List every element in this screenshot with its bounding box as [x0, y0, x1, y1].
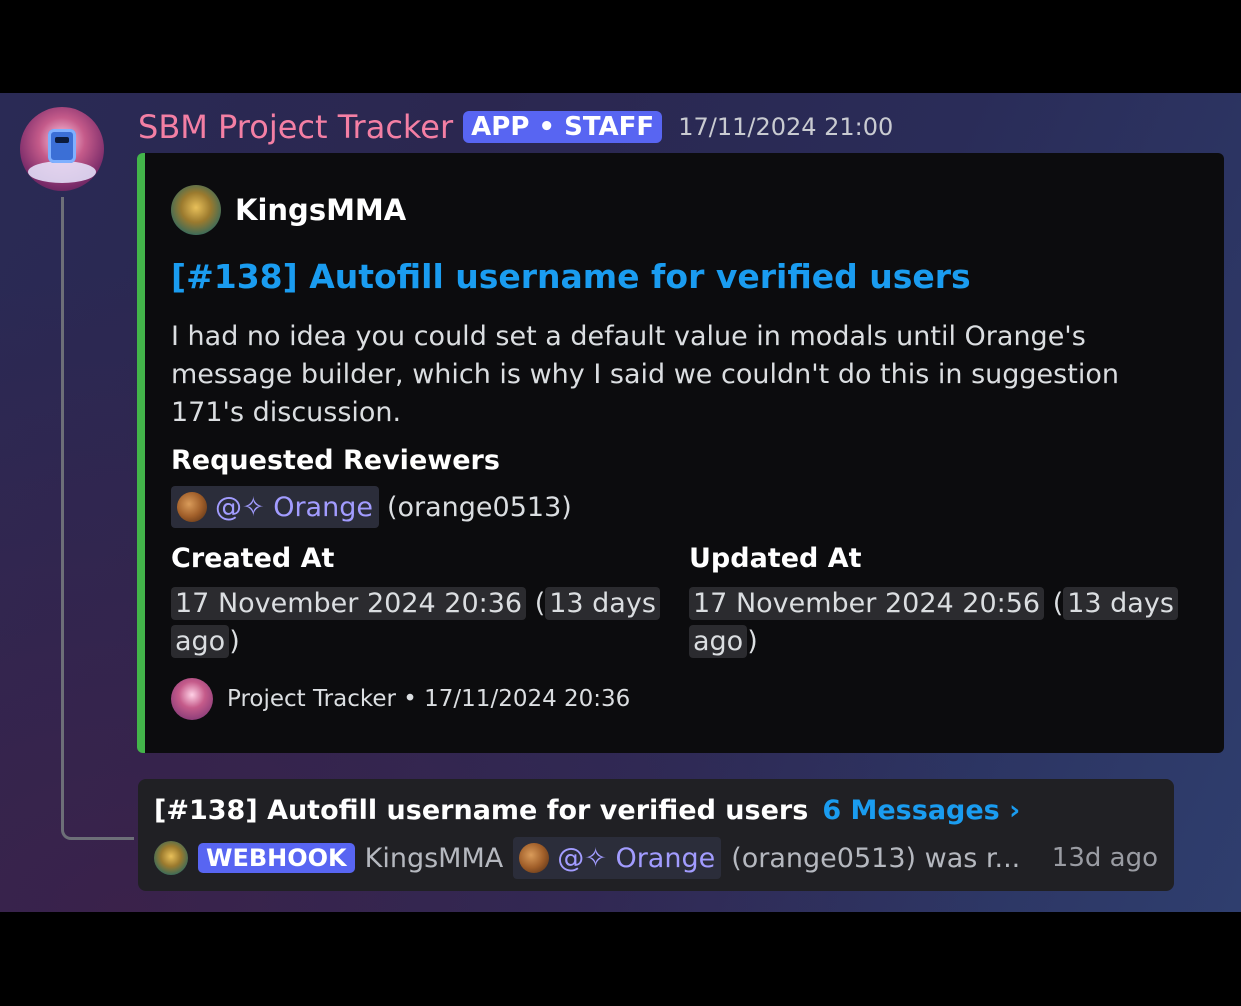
- embed-footer: Project Tracker • 17/11/2024 20:36: [171, 678, 630, 720]
- field-requested-reviewers: Requested Reviewers: [171, 445, 500, 476]
- preview-avatar: [154, 841, 188, 875]
- app-staff-badge: APP • STAFF: [463, 111, 663, 143]
- thread-messages-link[interactable]: 6 Messages ›: [822, 795, 1020, 826]
- embed-description: I had no idea you could set a default va…: [171, 321, 1119, 428]
- created-at-value: 17 November 2024 20:36 (13 days ago): [171, 585, 661, 661]
- preview-time: 13d ago: [1051, 843, 1158, 873]
- updated-relative[interactable]: 13 days: [1063, 587, 1178, 620]
- message-header: SBM Project Tracker APP • STAFF 17/11/20…: [138, 107, 893, 147]
- robot-icon: [48, 129, 76, 163]
- chat-area: SBM Project Tracker APP • STAFF 17/11/20…: [0, 93, 1241, 912]
- embed-card: KingsMMA [#138] Autofill username for ve…: [137, 153, 1224, 753]
- avatar-base: [28, 161, 96, 183]
- thread-last-message: WEBHOOK KingsMMA @✧ Orange (orange0513) …: [154, 837, 1158, 879]
- reviewer-username: (orange0513): [386, 491, 572, 523]
- embed-author: KingsMMA: [171, 185, 406, 235]
- bot-username[interactable]: SBM Project Tracker: [138, 108, 453, 146]
- user-mention[interactable]: @✧ Orange: [171, 486, 379, 528]
- updated-relative-open: (: [1052, 588, 1064, 619]
- thread-title-row: [#138] Autofill username for verified us…: [154, 795, 1020, 826]
- preview-text: (orange0513) was r...: [731, 842, 1021, 874]
- author-name: KingsMMA: [235, 193, 407, 227]
- preview-mention[interactable]: @✧ Orange: [513, 837, 722, 879]
- preview-author: KingsMMA: [364, 842, 504, 874]
- updated-date[interactable]: 17 November 2024 20:56: [689, 587, 1045, 620]
- reviewer-row: @✧ Orange (orange0513): [171, 486, 572, 528]
- thread-preview-card[interactable]: [#138] Autofill username for verified us…: [138, 779, 1174, 891]
- field-created-at: Created At: [171, 543, 335, 574]
- updated-at-value: 17 November 2024 20:56 (13 days ago): [689, 585, 1179, 661]
- orange-avatar-icon: [177, 492, 207, 522]
- created-relative-open: (: [534, 588, 546, 619]
- author-avatar: [171, 185, 221, 235]
- bot-avatar[interactable]: [20, 107, 104, 191]
- mention-label: @✧ Orange: [215, 491, 373, 523]
- footer-avatar: [171, 678, 213, 720]
- created-date[interactable]: 17 November 2024 20:36: [171, 587, 527, 620]
- message-timestamp[interactable]: 17/11/2024 21:00: [678, 113, 893, 141]
- thread-connector-line: [61, 197, 134, 840]
- field-updated-at: Updated At: [689, 543, 862, 574]
- embed-title-link[interactable]: [#138] Autofill username for verified us…: [171, 257, 971, 296]
- created-relative[interactable]: 13 days: [545, 587, 660, 620]
- orange-avatar-icon: [519, 843, 550, 873]
- created-ago[interactable]: ago: [171, 625, 230, 658]
- footer-text: Project Tracker • 17/11/2024 20:36: [227, 686, 631, 712]
- updated-ago[interactable]: ago: [689, 625, 748, 658]
- preview-mention-label: @✧ Orange: [557, 842, 716, 874]
- webhook-badge: WEBHOOK: [198, 843, 355, 873]
- updated-relative-close: ): [747, 626, 758, 657]
- created-relative-close: ): [229, 626, 240, 657]
- thread-title[interactable]: [#138] Autofill username for verified us…: [154, 795, 808, 826]
